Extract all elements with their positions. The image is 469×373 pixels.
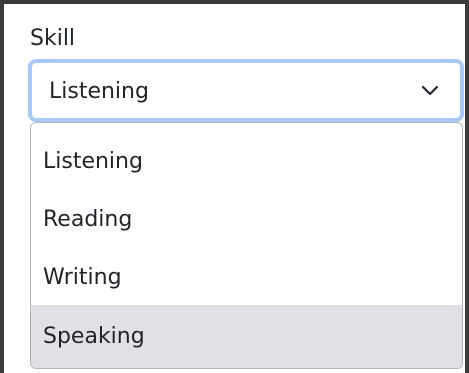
option-speaking[interactable]: Speaking <box>31 305 462 368</box>
skill-select[interactable]: Listening <box>28 59 464 122</box>
chevron-down-icon <box>421 85 439 96</box>
selected-value: Listening <box>49 79 149 104</box>
option-listening[interactable]: Listening <box>31 133 462 191</box>
skill-label: Skill <box>30 26 76 51</box>
option-writing[interactable]: Writing <box>31 249 462 307</box>
option-reading[interactable]: Reading <box>31 191 462 249</box>
form-panel: Skill Listening Listening Reading Writin… <box>0 0 469 373</box>
skill-options-list: Listening Reading Writing Speaking <box>30 122 463 369</box>
